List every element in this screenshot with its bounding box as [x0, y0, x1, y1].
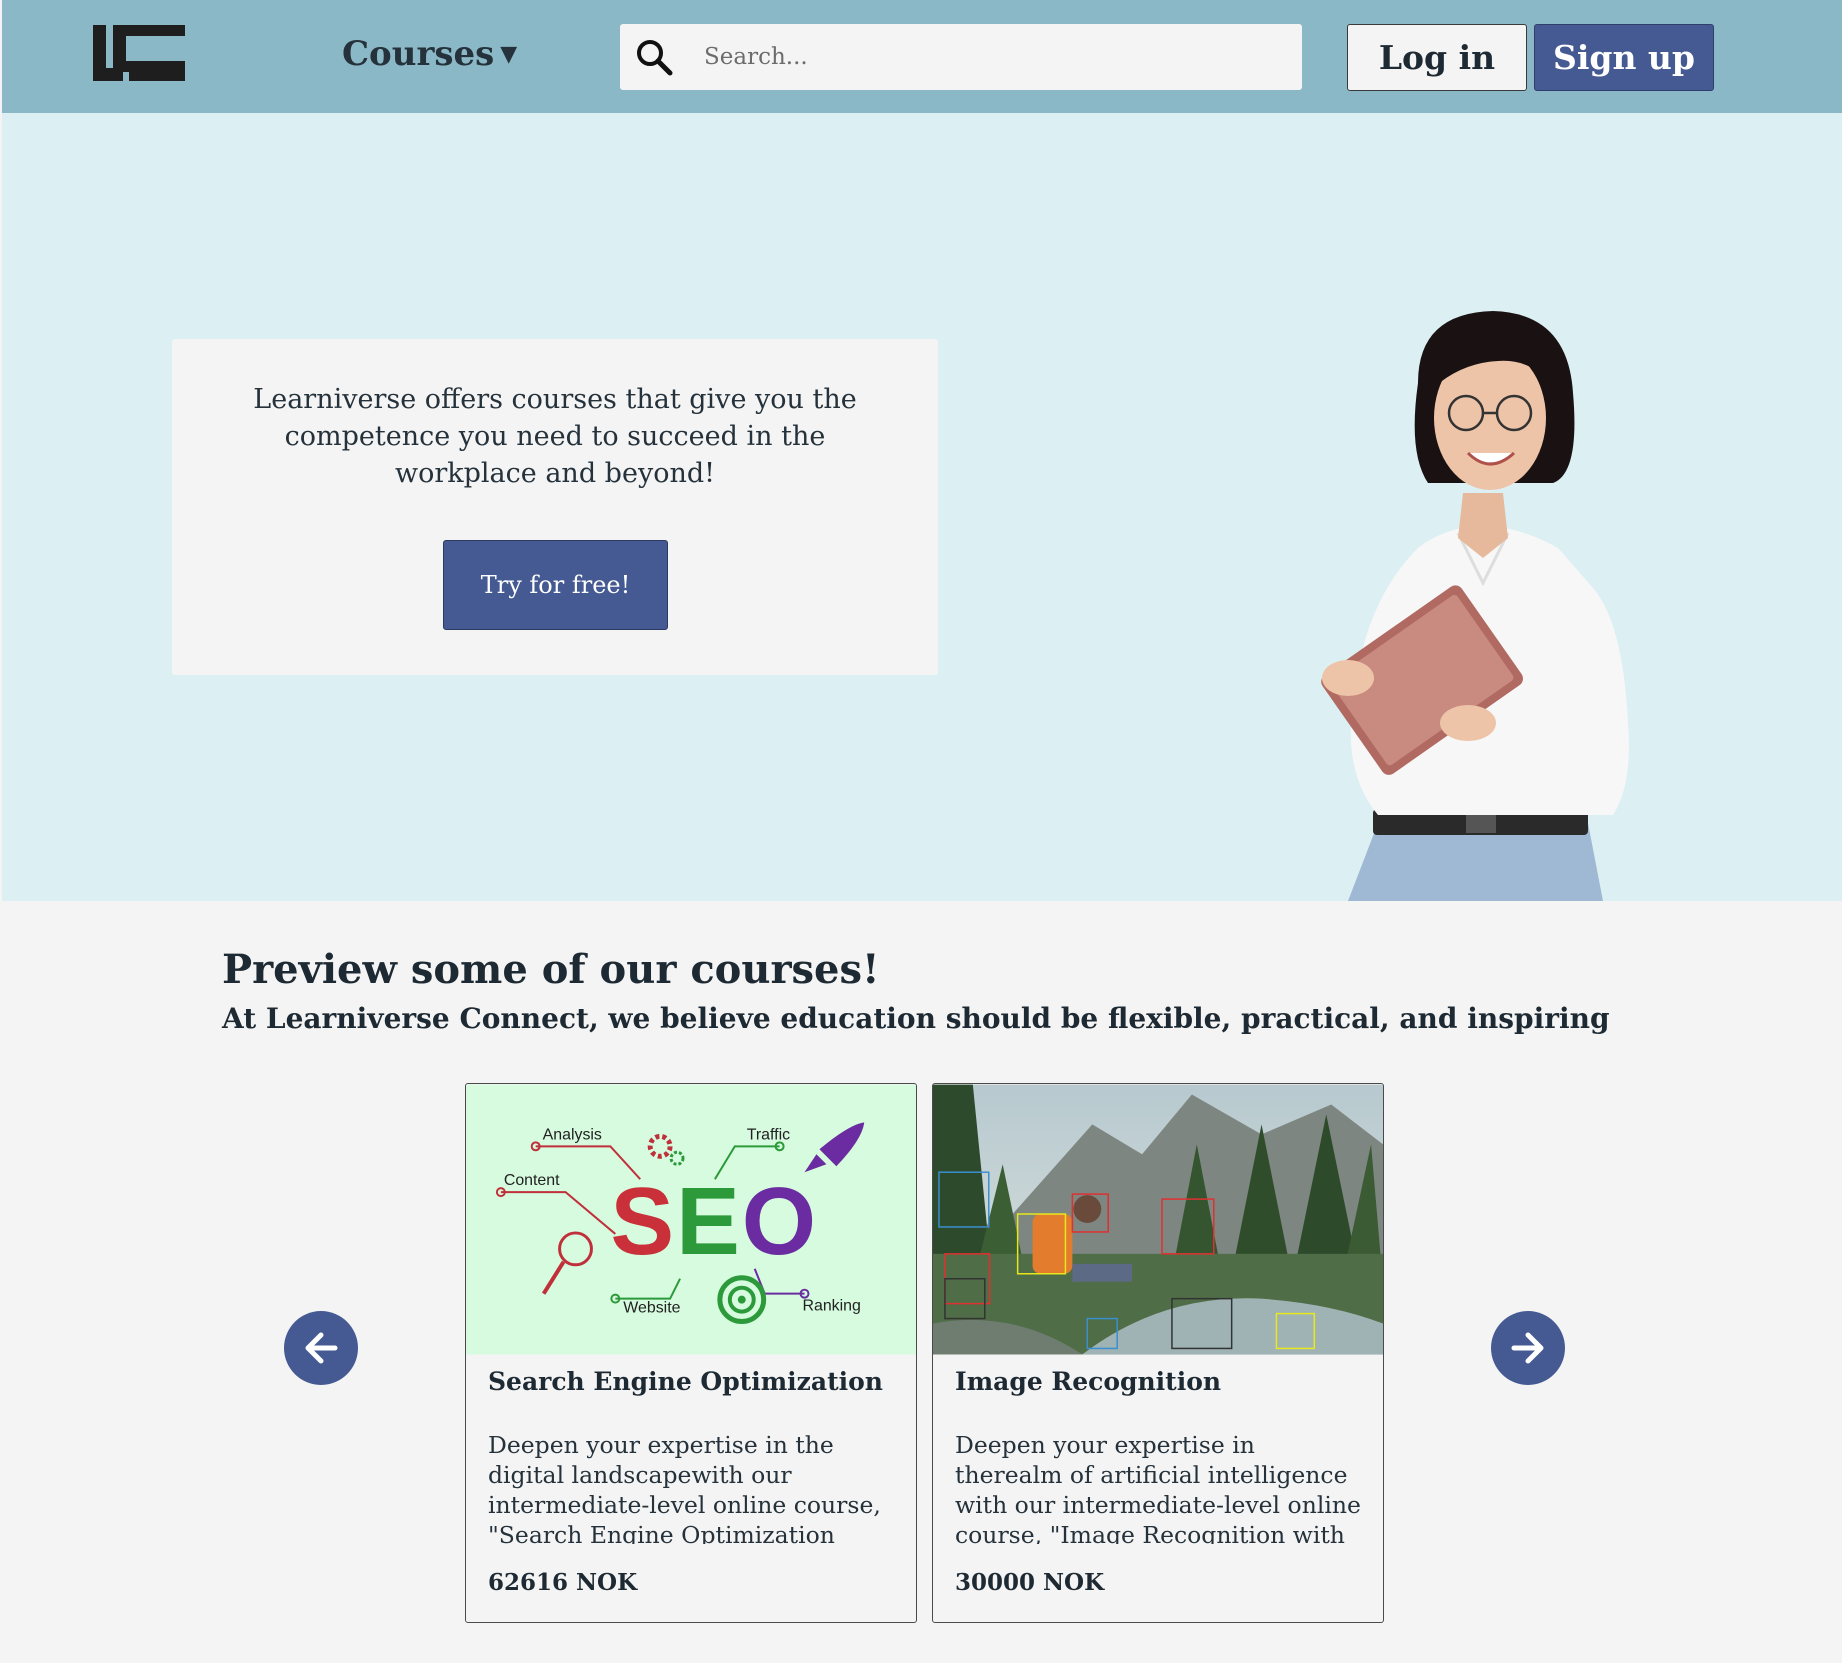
seo-label-ranking: Ranking: [803, 1298, 861, 1315]
search-bar[interactable]: [620, 24, 1302, 90]
course-price: 62616 NOK: [488, 1569, 638, 1596]
carousel-next-button[interactable]: [1491, 1311, 1565, 1385]
seo-label-traffic: Traffic: [747, 1126, 790, 1143]
course-card[interactable]: Image Recognition Deepen your expertise …: [932, 1083, 1384, 1623]
course-price: 30000 NOK: [955, 1569, 1105, 1596]
courses-label: Courses: [342, 34, 495, 74]
course-title: Search Engine Optimization: [488, 1367, 883, 1396]
search-input[interactable]: [704, 24, 1284, 90]
course-description: Deepen your expertise in the digital lan…: [488, 1431, 881, 1544]
seo-course-image: Analysis Traffic Content Website Ranking…: [466, 1084, 916, 1355]
signup-button[interactable]: Sign up: [1534, 24, 1714, 91]
caret-down-icon: ▼: [500, 41, 518, 67]
image-recognition-course-image: [933, 1084, 1383, 1355]
top-nav-bar: Courses▼ Log in Sign up: [2, 0, 1842, 113]
preview-subtitle: At Learniverse Connect, we believe educa…: [222, 1002, 1610, 1035]
hero-woman-with-tablet-image: [1321, 311, 1629, 901]
seo-label-content: Content: [504, 1172, 560, 1189]
carousel-prev-button[interactable]: [284, 1311, 358, 1385]
arrow-left-icon: [305, 1332, 338, 1364]
hero-tagline: Learniverse offers courses that give you…: [253, 384, 857, 489]
course-description: Deepen your expertise in therealm of art…: [955, 1431, 1361, 1544]
seo-big-letters: SEO: [610, 1168, 818, 1275]
hero-card: Learniverse offers courses that give you…: [172, 339, 938, 675]
seo-label-website: Website: [623, 1300, 680, 1317]
seo-label-analysis: Analysis: [543, 1126, 602, 1143]
course-title: Image Recognition: [955, 1367, 1222, 1396]
search-icon: [637, 40, 673, 76]
hero-section: Learniverse offers courses that give you…: [2, 113, 1842, 901]
course-card[interactable]: Analysis Traffic Content Website Ranking…: [465, 1083, 917, 1623]
courses-dropdown[interactable]: Courses ▼: [342, 34, 517, 74]
preview-title: Preview some of our courses!: [222, 946, 880, 993]
login-button[interactable]: Log in: [1347, 24, 1527, 91]
try-for-free-button[interactable]: Try for free!: [443, 540, 668, 630]
arrow-right-icon: [1511, 1332, 1544, 1364]
logo-icon[interactable]: [93, 25, 185, 81]
